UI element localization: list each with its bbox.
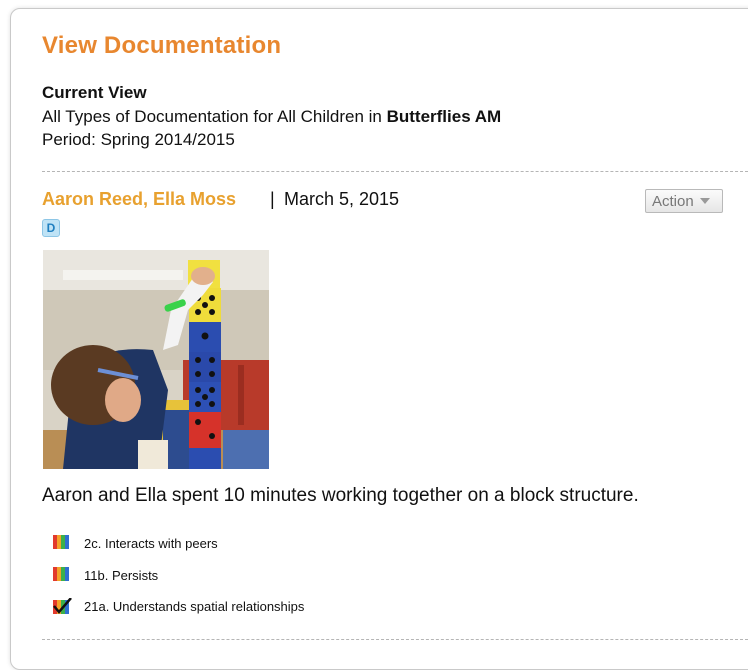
- photo-illustration: [43, 250, 269, 469]
- classroom-name: Butterflies AM: [386, 107, 502, 126]
- rainbow-bars-icon: [53, 567, 69, 581]
- standard-item: 21a. Understands spatial relationships: [53, 598, 304, 614]
- standard-item: 11b. Persists: [53, 567, 158, 583]
- standard-label: 11b. Persists: [84, 567, 159, 583]
- entry-children-link[interactable]: Aaron Reed, Ella Moss: [42, 189, 236, 210]
- entry-separator: |: [270, 189, 275, 209]
- current-view-description: All Types of Documentation for All Child…: [42, 107, 501, 127]
- current-view-period: Period: Spring 2014/2015: [42, 130, 235, 149]
- rainbow-bars-icon: [53, 535, 69, 549]
- standard-item: 2c. Interacts with peers: [53, 535, 218, 551]
- rainbow-check-icon: [53, 598, 72, 614]
- divider: [42, 171, 748, 172]
- standard-label: 2c. Interacts with peers: [84, 535, 218, 551]
- documentation-photo[interactable]: [43, 250, 269, 469]
- documentation-type-badge: D: [42, 219, 60, 237]
- entry-date: March 5, 2015: [284, 189, 400, 209]
- standard-label: 21a. Understands spatial relationships: [84, 598, 305, 614]
- action-label: Action: [652, 192, 694, 210]
- documentation-caption: Aaron and Ella spent 10 minutes working …: [42, 485, 639, 506]
- divider: [42, 639, 748, 640]
- chevron-down-icon: [699, 198, 710, 204]
- current-view-prefix: All Types of Documentation for All Child…: [42, 107, 382, 126]
- page-title: View Documentation: [42, 32, 282, 59]
- current-view-heading: Current View: [42, 83, 147, 102]
- action-dropdown-button[interactable]: Action: [645, 189, 723, 213]
